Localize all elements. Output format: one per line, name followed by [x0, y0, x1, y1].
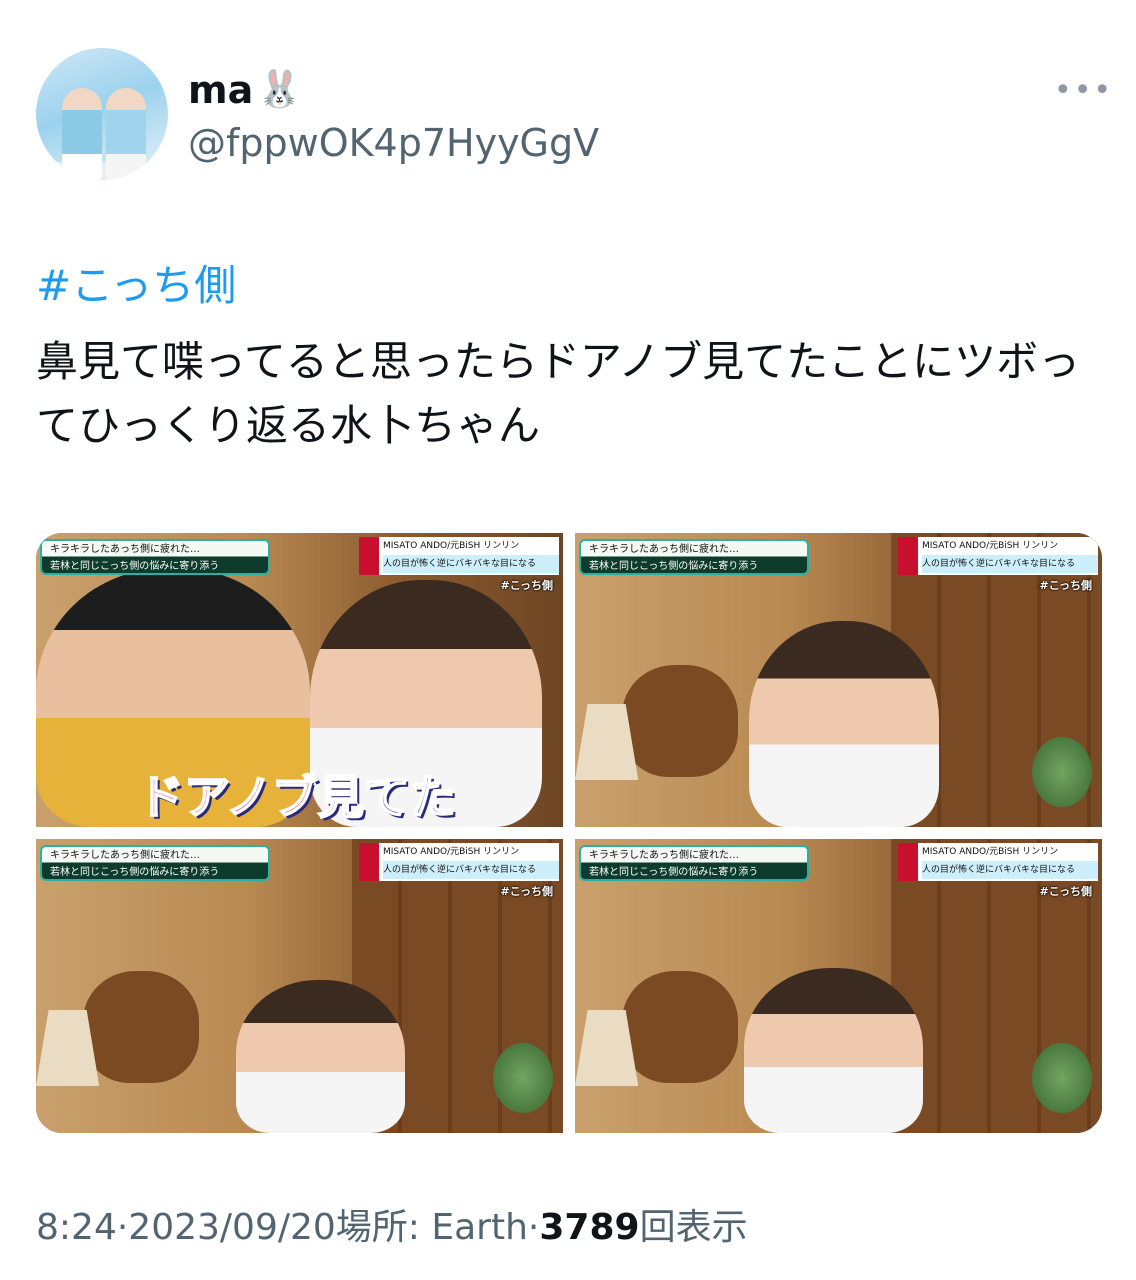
program-banner: キラキラしたあっち側に疲れた… 若林と同じこっち側の悩みに寄り添う — [579, 539, 809, 575]
rabbit-face-icon: 🐰 — [257, 69, 303, 110]
program-tag: #こっち側 — [1039, 579, 1092, 592]
more-options-icon[interactable]: ••• — [1054, 76, 1113, 106]
program-banner: キラキラしたあっち側に疲れた… 若林と同じこっち側の悩みに寄り添う — [40, 845, 270, 881]
avatar-floor — [36, 162, 168, 180]
banner-line-1: キラキラしたあっち側に疲れた… — [50, 544, 200, 555]
program-tag: #こっち側 — [500, 885, 553, 898]
caption-part-1: ドアノブ — [137, 769, 319, 825]
topic-line-2: 人の目が怖く逆にバキバキな目になる — [922, 861, 1098, 879]
media-image-4[interactable]: キラキラしたあっち側に疲れた… 若林と同じこっち側の悩みに寄り添う MISATO… — [575, 839, 1102, 1133]
user-handle[interactable]: @fppwOK4p7HyyGgV — [188, 120, 599, 166]
media-grid: キラキラしたあっち側に疲れた… 若林と同じこっち側の悩みに寄り添う MISATO… — [36, 533, 1102, 1133]
footer-separator: · — [527, 1207, 540, 1248]
banner-line-1: キラキラしたあっち側に疲れた… — [50, 850, 200, 861]
teddy-bear — [622, 665, 739, 778]
views-label: 回表示 — [639, 1207, 748, 1248]
show-logo — [493, 1043, 553, 1113]
topic-box: MISATO ANDO/元BiSH リンリン 人の目が怖く逆にバキバキな目になる — [898, 537, 1098, 575]
avatar-figure-right — [106, 88, 146, 180]
topic-line-1: MISATO ANDO/元BiSH リンリン — [383, 847, 520, 857]
banner-line-2: 若林と同じこっち側の悩みに寄り添う — [50, 561, 220, 572]
program-tag: #こっち側 — [1039, 885, 1092, 898]
program-banner: キラキラしたあっち側に疲れた… 若林と同じこっち側の悩みに寄り添う — [40, 539, 270, 575]
caption-part-2: 見てた — [317, 769, 457, 825]
banner-line-2: 若林と同じこっち側の悩みに寄り添う — [50, 867, 220, 878]
banner-line-1: キラキラしたあっち側に疲れた… — [589, 850, 739, 861]
topic-box: MISATO ANDO/元BiSH リンリン 人の目が怖く逆にバキバキな目になる — [359, 537, 559, 575]
subtitle-caption: ドアノブ見てた — [137, 769, 457, 825]
person — [748, 621, 939, 827]
show-logo — [1032, 737, 1092, 807]
show-logo — [1032, 1043, 1092, 1113]
topic-line-1: MISATO ANDO/元BiSH リンリン — [922, 847, 1059, 857]
topic-line-1: MISATO ANDO/元BiSH リンリン — [922, 541, 1059, 551]
hashtag-link[interactable]: #こっち側 — [36, 258, 236, 314]
teddy-bear — [622, 971, 739, 1084]
topic-line-2: 人の目が怖く逆にバキバキな目になる — [383, 555, 559, 573]
avatar-figure-left — [62, 88, 102, 180]
topic-box: MISATO ANDO/元BiSH リンリン 人の目が怖く逆にバキバキな目になる — [359, 843, 559, 881]
footer-separator: · — [116, 1207, 129, 1248]
topic-line-2: 人の目が怖く逆にバキバキな目になる — [383, 861, 559, 879]
media-image-3[interactable]: キラキラしたあっち側に疲れた… 若林と同じこっち側の悩みに寄り添う MISATO… — [36, 839, 563, 1133]
tweet-time[interactable]: 8:24 — [36, 1202, 117, 1254]
banner-line-2: 若林と同じこっち側の悩みに寄り添う — [589, 561, 759, 572]
person — [236, 980, 405, 1133]
user-name-text: ma — [188, 68, 254, 112]
tweet-location: 場所: Earth — [335, 1207, 528, 1248]
program-tag: #こっち側 — [500, 579, 553, 592]
views-count[interactable]: 3789 — [539, 1202, 639, 1254]
banner-line-2: 若林と同じこっち側の悩みに寄り添う — [589, 867, 759, 878]
topic-line-2: 人の目が怖く逆にバキバキな目になる — [922, 555, 1098, 573]
tweet-date[interactable]: 2023/09/20 — [128, 1202, 336, 1254]
tweet-text: 鼻見て喋ってると思ったらドアノブ見てたことにツボってひっくり返る水卜ちゃん — [36, 337, 1081, 450]
user-name[interactable]: ma 🐰 — [188, 66, 302, 114]
program-banner: キラキラしたあっち側に疲れた… 若林と同じこっち側の悩みに寄り添う — [579, 845, 809, 881]
teddy-bear — [83, 971, 200, 1084]
media-image-2[interactable]: キラキラしたあっち側に疲れた… 若林と同じこっち側の悩みに寄り添う MISATO… — [575, 533, 1102, 827]
topic-box: MISATO ANDO/元BiSH リンリン 人の目が怖く逆にバキバキな目になる — [898, 843, 1098, 881]
tweet-footer: 8:24 · 2023/09/20 場所: Earth · 3789 回表示 — [36, 1202, 748, 1254]
avatar[interactable] — [36, 48, 168, 180]
media-image-1[interactable]: キラキラしたあっち側に疲れた… 若林と同じこっち側の悩みに寄り添う MISATO… — [36, 533, 563, 827]
person — [743, 968, 923, 1133]
banner-line-1: キラキラしたあっち側に疲れた… — [589, 544, 739, 555]
topic-line-1: MISATO ANDO/元BiSH リンリン — [383, 541, 520, 551]
